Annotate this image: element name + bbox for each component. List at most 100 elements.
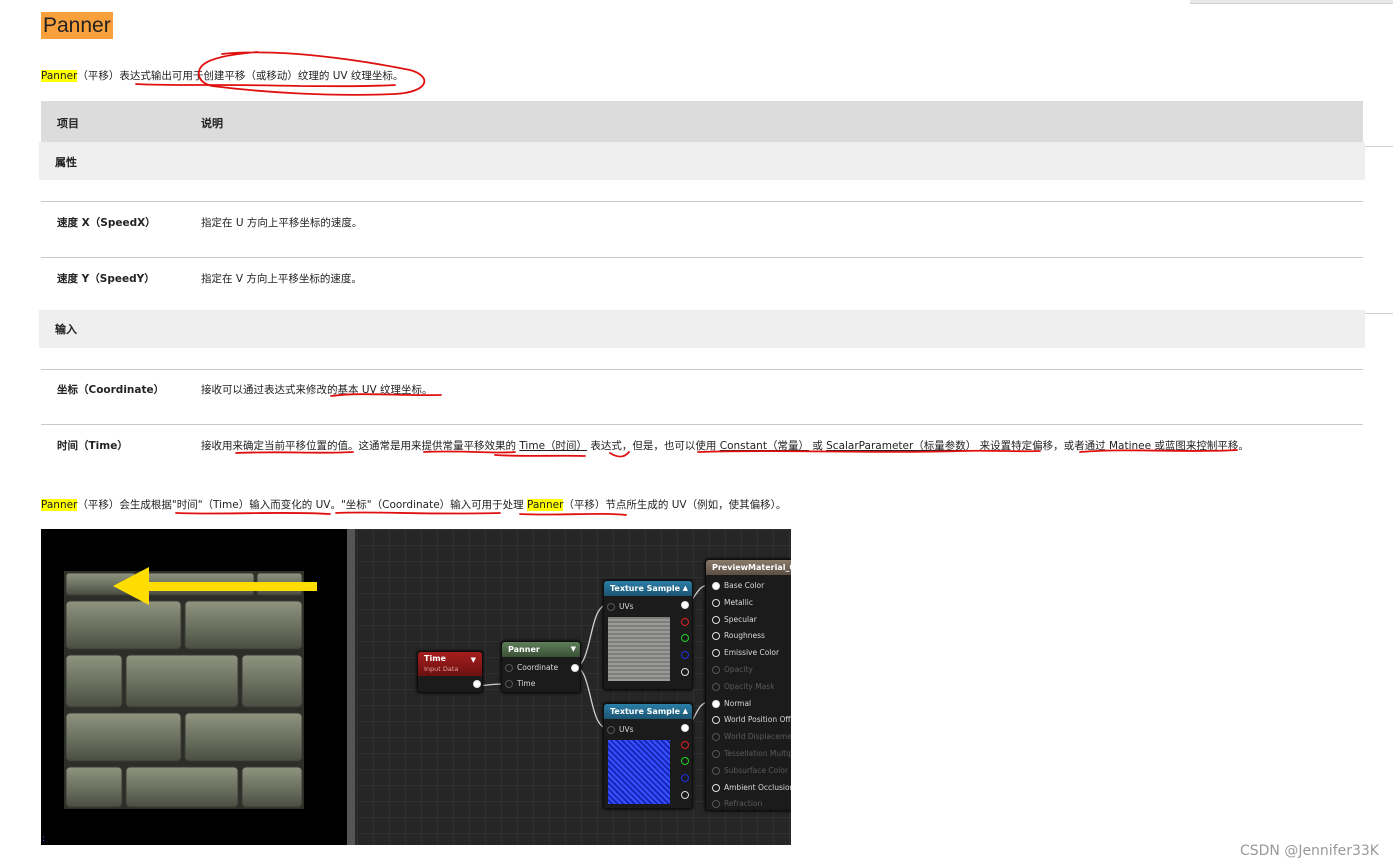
time-output-pin-icon[interactable] — [473, 680, 481, 688]
pin-label: Subsurface Color — [724, 765, 788, 775]
material-pin[interactable]: Opacity — [712, 665, 753, 674]
collapse-arrow-icon[interactable]: ▲ — [683, 707, 688, 715]
watermark: CSDN @Jennifer33K — [1239, 843, 1379, 859]
material-pin[interactable]: World Position Offset — [712, 715, 791, 725]
material-pin[interactable]: Normal — [712, 699, 751, 708]
input-pin-icon — [712, 615, 720, 624]
r-output-pin-icon[interactable] — [681, 741, 689, 749]
a-output-pin-icon[interactable] — [681, 668, 689, 676]
preview-material-node[interactable]: PreviewMaterial_0 Base Color Metallic Spec… — [705, 559, 791, 811]
material-pin[interactable]: Tessellation Multiplier — [712, 749, 791, 758]
pin-label: Roughness — [724, 631, 765, 641]
annotation-underline — [519, 512, 627, 516]
input-pin-icon — [712, 750, 720, 758]
pin-label: Tessellation Multiplier — [724, 749, 791, 758]
texture-node-1-header: Texture Sample — [604, 581, 692, 596]
collapse-arrow-icon[interactable]: ▼ — [571, 645, 576, 653]
time-node[interactable]: Time Input Data ▼ — [417, 651, 483, 693]
annotation-underline — [697, 449, 1041, 453]
panner-node-header: Panner — [502, 642, 580, 657]
input-pin-icon — [712, 598, 720, 607]
pin-label: World Displacement — [724, 732, 791, 742]
material-editor-screenshot: : Time Input Data ▼ Panner ▼ Coordinate … — [41, 529, 791, 845]
pin-label: Refraction — [724, 799, 763, 809]
material-node-header: PreviewMaterial_0 — [706, 560, 791, 575]
material-pin[interactable]: Opacity Mask — [712, 682, 775, 691]
texture-2-pin-uvs[interactable]: UVs — [607, 725, 634, 734]
collapse-arrow-icon[interactable]: ▼ — [471, 656, 476, 664]
input-pin-icon — [607, 726, 615, 734]
material-pin[interactable]: Subsurface Color — [712, 766, 788, 775]
collapse-arrow-icon[interactable]: ▲ — [683, 584, 688, 592]
material-pin[interactable]: Refraction — [712, 799, 763, 809]
pin-label: UVs — [619, 725, 634, 734]
pin-label: Time — [517, 679, 536, 688]
pin-label: Ambient Occlusion — [724, 782, 791, 792]
texture-sample-node-1[interactable]: Texture Sample ▲ UVs — [603, 580, 693, 690]
preview-viewport: : — [41, 529, 347, 845]
input-pin-icon — [712, 783, 720, 792]
pin-label: Specular — [724, 614, 757, 624]
material-pin[interactable]: Base Color — [712, 581, 764, 590]
input-pin-icon — [712, 716, 720, 725]
panner-node-title: Panner — [508, 645, 540, 654]
b-output-pin-icon[interactable] — [681, 651, 689, 659]
g-output-pin-icon[interactable] — [681, 634, 689, 642]
texture-node-2-title: Texture Sample — [610, 707, 681, 716]
input-pin-icon — [712, 699, 720, 708]
annotation-underline — [135, 83, 396, 88]
b-output-pin-icon[interactable] — [681, 774, 689, 782]
input-pin-icon — [712, 582, 720, 590]
annotation-underline — [1079, 449, 1238, 453]
material-pin[interactable]: Emissive Color — [712, 648, 780, 658]
input-pin-icon — [712, 733, 720, 742]
annotation-underline — [335, 511, 501, 515]
input-pin-icon — [712, 800, 720, 809]
panel-splitter[interactable] — [347, 529, 355, 845]
material-node-title: PreviewMaterial_0 — [712, 563, 791, 572]
input-pin-icon — [712, 666, 720, 674]
annotation-underline — [330, 393, 442, 397]
node-graph[interactable]: Time Input Data ▼ Panner ▼ Coordinate Ti… — [357, 529, 791, 845]
pin-label: Opacity — [724, 665, 753, 674]
texture-node-2-header: Texture Sample — [604, 704, 692, 719]
texture-sample-node-2[interactable]: Texture Sample ▲ UVs — [603, 703, 693, 809]
time-node-subtitle: Input Data — [424, 665, 459, 673]
pin-label: Normal — [724, 698, 752, 708]
input-pin-icon — [505, 664, 513, 672]
input-pin-icon — [505, 680, 513, 688]
material-pin[interactable]: Metallic — [712, 598, 753, 607]
panner-pin-coordinate[interactable]: Coordinate — [505, 663, 558, 672]
g-output-pin-icon[interactable] — [681, 757, 689, 765]
material-pin[interactable]: Ambient Occlusion — [712, 783, 791, 792]
pin-label: World Position Offset — [724, 715, 791, 725]
input-pin-icon — [712, 682, 720, 691]
pin-label: Base Color — [724, 581, 765, 590]
input-pin-icon — [712, 649, 720, 658]
input-pin-icon — [607, 603, 615, 611]
panner-output-pin-icon[interactable] — [571, 664, 579, 672]
pin-label: Metallic — [724, 597, 753, 607]
pin-label: Opacity Mask — [724, 681, 775, 691]
material-pin[interactable]: Roughness — [712, 631, 765, 641]
corner-marker: : — [42, 834, 45, 844]
texture-thumbnail-gray — [608, 617, 670, 681]
brick-texture-preview: : — [42, 567, 317, 844]
rgb-output-pin-icon[interactable] — [681, 601, 689, 609]
r-output-pin-icon[interactable] — [681, 618, 689, 626]
texture-node-1-title: Texture Sample — [610, 584, 681, 593]
panner-pin-time[interactable]: Time — [505, 679, 535, 688]
input-pin-icon — [712, 766, 720, 775]
annotation-underline — [423, 450, 516, 454]
annotation-underline — [235, 451, 354, 454]
panner-node[interactable]: Panner ▼ Coordinate Time — [501, 641, 581, 693]
texture-thumbnail-normal — [608, 740, 670, 804]
a-output-pin-icon[interactable] — [681, 791, 689, 799]
annotation-underline — [494, 454, 586, 457]
texture-1-pin-uvs[interactable]: UVs — [607, 602, 634, 611]
pin-label: Coordinate — [517, 663, 559, 672]
material-pin[interactable]: World Displacement — [712, 732, 791, 742]
material-pin[interactable]: Specular — [712, 615, 757, 624]
pin-label: Emissive Color — [724, 648, 780, 658]
rgb-output-pin-icon[interactable] — [681, 724, 689, 732]
